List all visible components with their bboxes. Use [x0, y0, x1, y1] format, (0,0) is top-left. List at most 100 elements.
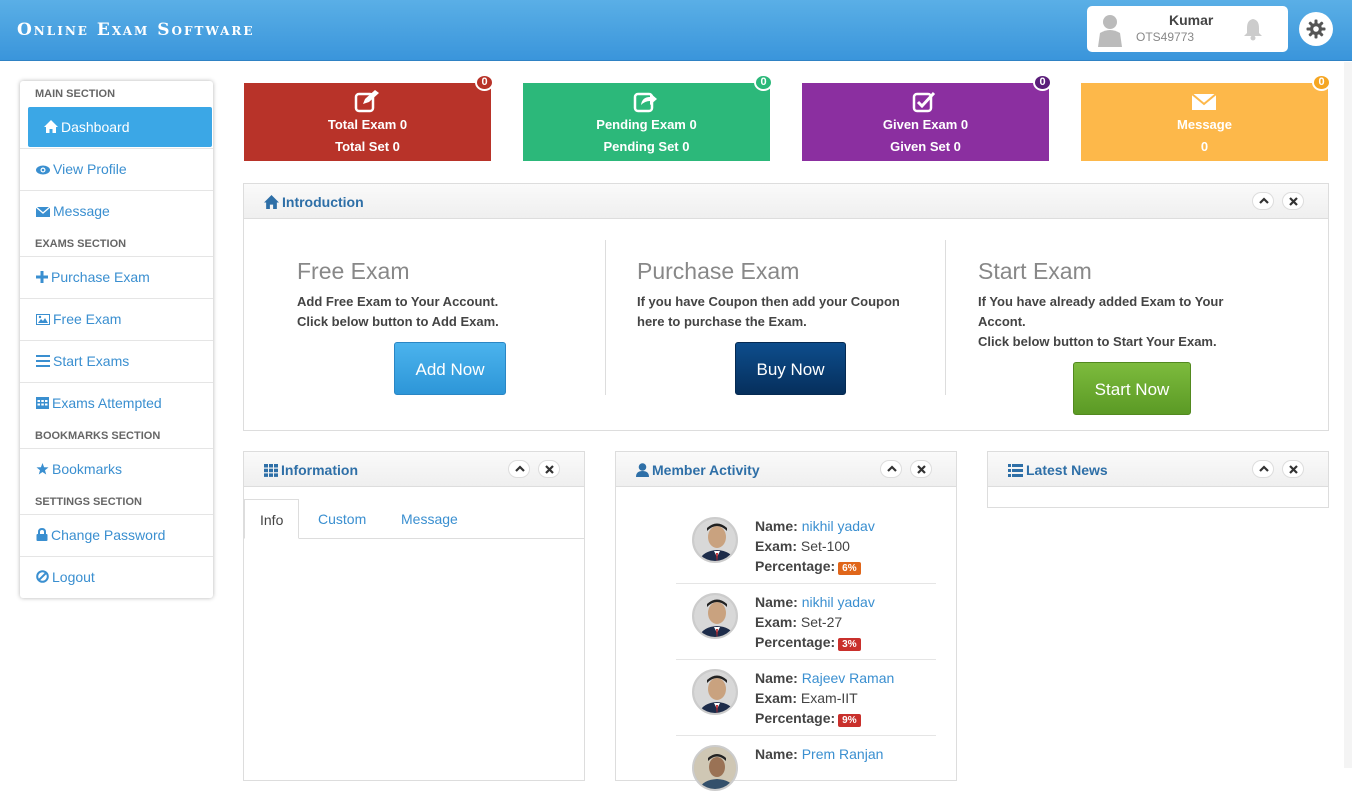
buy-now-button[interactable]: Buy Now	[735, 342, 846, 395]
close-button[interactable]	[1282, 460, 1304, 478]
divider	[945, 240, 946, 395]
panel-header: Information	[244, 452, 584, 487]
eye-icon	[36, 165, 50, 175]
percentage-badge: 6%	[838, 562, 861, 575]
tile-line-1: Pending Exam 0	[596, 117, 697, 132]
panel-header: Introduction	[244, 184, 1328, 219]
tile-total-exam[interactable]: Total Exam 0 Total Set 0 0	[244, 74, 494, 161]
panel-title: Introduction	[264, 194, 364, 210]
sidebar-item-label: Exams Attempted	[52, 395, 162, 411]
user-icon	[636, 463, 649, 477]
intro-text: If You have already added Exam to Your Ac…	[978, 294, 1224, 349]
sidebar: MAIN SECTION Dashboard View Profile Mess…	[20, 81, 213, 598]
settings-button[interactable]	[1299, 12, 1333, 46]
user-id: OTS49773	[1136, 30, 1195, 44]
bell-icon[interactable]	[1242, 17, 1264, 41]
star-icon	[36, 463, 49, 475]
close-icon	[917, 465, 926, 474]
member-name-link[interactable]: nikhil yadav	[802, 518, 875, 534]
sidebar-section-settings: SETTINGS SECTION	[35, 496, 142, 508]
tile-line-2: Given Set 0	[890, 139, 961, 154]
sidebar-item-change-password[interactable]: Change Password	[20, 514, 213, 554]
member-exam-row: Exam: Set-27	[755, 614, 843, 630]
intro-text: If you have Coupon then add your Coupon h…	[637, 294, 900, 329]
tile-line-2: Total Set 0	[335, 139, 400, 154]
grid-icon	[264, 464, 278, 477]
sidebar-item-label: Bookmarks	[52, 461, 123, 477]
tile-line-1: Given Exam 0	[882, 117, 969, 132]
sidebar-item-message[interactable]: Message	[20, 190, 213, 230]
intro-text: Add Free Exam to Your Account. Click belo…	[297, 294, 499, 329]
close-button[interactable]	[538, 460, 560, 478]
member-name-link[interactable]: nikhil yadav	[802, 594, 875, 610]
sidebar-item-purchase-exam[interactable]: Purchase Exam	[20, 256, 213, 296]
collapse-button[interactable]	[880, 460, 902, 478]
member-name-row: Name: nikhil yadav	[755, 518, 875, 534]
tile-badge: 0	[1033, 74, 1052, 91]
collapse-button[interactable]	[1252, 460, 1274, 478]
close-button[interactable]	[910, 460, 932, 478]
close-icon	[545, 465, 554, 474]
introduction-panel: Introduction Free Exam Add Free Exam to …	[243, 183, 1329, 431]
collapse-button[interactable]	[508, 460, 530, 478]
sidebar-item-start-exams[interactable]: Start Exams	[20, 340, 213, 380]
sidebar-item-label: Logout	[52, 569, 95, 585]
collapse-button[interactable]	[1252, 192, 1274, 210]
sidebar-item-dashboard[interactable]: Dashboard	[28, 107, 212, 147]
member-name-row: Name: nikhil yadav	[755, 594, 875, 610]
sidebar-item-label: Message	[53, 203, 110, 219]
tab-custom[interactable]: Custom	[318, 499, 366, 539]
tile-badge: 0	[754, 74, 773, 91]
tile-pending-exam[interactable]: Pending Exam 0 Pending Set 0 0	[523, 74, 773, 161]
tile-badge: 0	[475, 74, 494, 91]
chevron-up-icon	[1259, 197, 1269, 204]
member-name-link[interactable]: Prem Ranjan	[802, 746, 884, 762]
lock-icon	[36, 527, 48, 541]
panel-header: Latest News	[988, 452, 1328, 487]
member-avatar	[692, 517, 738, 563]
member-activity-item: Name: nikhil yadav Exam: Set-100 Percent…	[676, 508, 936, 584]
latest-news-panel: Latest News	[987, 451, 1329, 508]
member-percentage-row: Percentage: 3%	[755, 634, 861, 651]
sidebar-item-label: Dashboard	[61, 119, 130, 135]
member-name-link[interactable]: Rajeev Raman	[802, 670, 895, 686]
chevron-up-icon	[887, 465, 897, 472]
intro-heading: Purchase Exam	[637, 258, 800, 284]
close-button[interactable]	[1282, 192, 1304, 210]
sidebar-item-logout[interactable]: Logout	[20, 556, 213, 596]
sidebar-section-bookmarks: BOOKMARKS SECTION	[35, 430, 161, 442]
tab-message[interactable]: Message	[401, 499, 458, 539]
sidebar-item-exams-attempted[interactable]: Exams Attempted	[20, 382, 213, 422]
picture-icon	[36, 314, 50, 325]
tile-given-exam[interactable]: Given Exam 0 Given Set 0 0	[802, 74, 1052, 161]
sidebar-item-label: Change Password	[51, 527, 166, 543]
start-now-button[interactable]: Start Now	[1073, 362, 1191, 415]
list-icon	[36, 355, 50, 367]
home-icon	[264, 195, 279, 209]
page-scrollbar[interactable]	[1344, 62, 1352, 768]
tab-info[interactable]: Info	[244, 499, 300, 539]
edit-icon	[354, 90, 379, 113]
tile-message[interactable]: Message 0 0	[1081, 74, 1331, 161]
sidebar-item-bookmarks[interactable]: Bookmarks	[20, 448, 213, 488]
panel-title: Latest News	[1008, 462, 1108, 478]
calendar-icon	[36, 397, 49, 409]
home-icon	[44, 120, 58, 133]
add-now-button[interactable]: Add Now	[394, 342, 506, 395]
sidebar-item-view-profile[interactable]: View Profile	[20, 148, 213, 188]
sidebar-item-label: Free Exam	[53, 311, 122, 327]
tile-line-1: Total Exam 0	[327, 117, 408, 132]
user-card[interactable]: Kumar OTS49773	[1087, 6, 1288, 52]
percentage-badge: 9%	[838, 714, 861, 727]
sidebar-item-label: View Profile	[53, 161, 127, 177]
envelope-icon	[1191, 93, 1217, 110]
sidebar-item-label: Purchase Exam	[51, 269, 150, 285]
member-activity-panel: Member Activity Name: nikhil yadav Exam:…	[615, 451, 957, 791]
intro-heading: Start Exam	[978, 258, 1092, 284]
divider	[605, 240, 606, 395]
tile-line-2: 0	[1200, 139, 1209, 154]
panel-header: Member Activity	[616, 452, 956, 487]
sidebar-item-free-exam[interactable]: Free Exam	[20, 298, 213, 338]
tile-line-1: Message	[1177, 117, 1232, 132]
app-brand[interactable]: Online Exam Software	[17, 20, 255, 40]
